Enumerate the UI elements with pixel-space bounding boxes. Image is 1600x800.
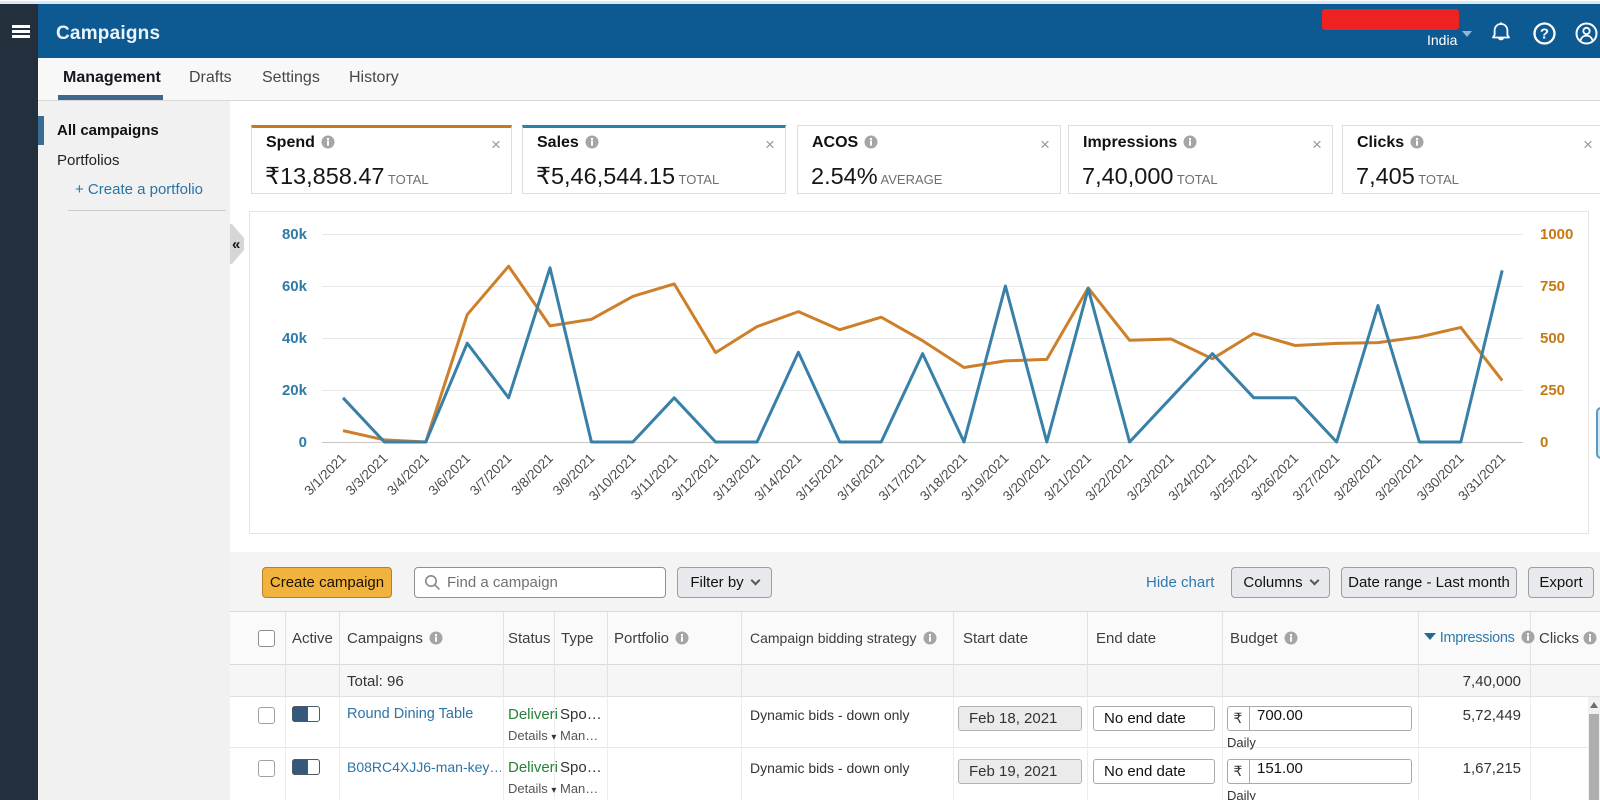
svg-text:?: ? [1540,26,1549,43]
svg-text:80k: 80k [282,226,308,243]
svg-text:250: 250 [1540,382,1565,399]
svg-text:0: 0 [299,434,307,451]
svg-text:60k: 60k [282,278,308,295]
svg-text:3/4/2021: 3/4/2021 [384,451,432,499]
svg-text:3/1/2021: 3/1/2021 [301,451,349,499]
svg-text:3/6/2021: 3/6/2021 [426,451,474,499]
svg-text:1000: 1000 [1540,226,1573,243]
svg-text:3/7/2021: 3/7/2021 [467,451,515,499]
svg-text:3/8/2021: 3/8/2021 [508,451,556,499]
svg-text:500: 500 [1540,330,1565,347]
svg-text:750: 750 [1540,278,1565,295]
svg-text:3/3/2021: 3/3/2021 [343,451,391,499]
svg-text:40k: 40k [282,330,308,347]
svg-text:20k: 20k [282,382,308,399]
svg-text:0: 0 [1540,434,1548,451]
